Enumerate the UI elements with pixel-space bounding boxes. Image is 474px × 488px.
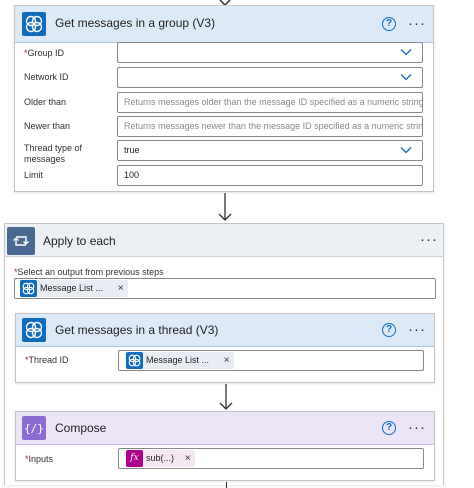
select-output-label: *Select an output from previous steps <box>14 267 164 277</box>
expression-token-label: sub(...) <box>146 453 175 463</box>
chevron-down-icon[interactable] <box>400 144 412 156</box>
thread-card-header[interactable]: Get messages in a thread (V3) ? ··· <box>16 314 434 347</box>
group-id-field[interactable] <box>117 42 423 63</box>
more-options-icon[interactable]: ··· <box>408 420 426 435</box>
apply-to-each-title: Apply to each <box>43 234 116 248</box>
group-card-title: Get messages in a group (V3) <box>55 16 216 30</box>
loop-icon <box>7 227 35 255</box>
yammer-icon <box>22 318 46 342</box>
chevron-down-icon[interactable] <box>400 71 412 83</box>
more-options-icon[interactable]: ··· <box>408 322 426 337</box>
connector-arrow <box>219 384 233 410</box>
thread-type-label-line1: Thread type of <box>24 143 83 153</box>
message-list-token-label: Message List ... <box>146 355 210 365</box>
message-list-token[interactable]: Message List ... × <box>126 352 234 369</box>
thread-card-title: Get messages in a thread (V3) <box>55 323 219 337</box>
newer-than-field[interactable]: Returns messages newer than the message … <box>117 116 423 137</box>
apply-to-each-header[interactable]: Apply to each ··· <box>5 224 443 257</box>
inputs-label: *Inputs <box>25 454 54 464</box>
get-messages-in-group-card: Get messages in a group (V3) ? ··· *Grou… <box>14 5 434 192</box>
compose-card-header[interactable]: {∕} Compose ? ··· <box>16 412 434 445</box>
thread-type-label: Thread type of messages <box>24 143 82 165</box>
thread-id-label: *Thread ID <box>25 355 69 365</box>
network-id-field[interactable] <box>117 67 423 88</box>
limit-label: Limit <box>24 170 44 180</box>
message-list-token-label: Message List ... <box>40 283 104 293</box>
chevron-down-icon[interactable] <box>400 46 412 58</box>
thread-type-field[interactable]: true <box>117 140 423 161</box>
fx-icon: fx <box>126 450 143 467</box>
thread-id-field[interactable]: Message List ... × <box>118 350 424 371</box>
get-messages-in-thread-card: Get messages in a thread (V3) ? ··· *Thr… <box>15 313 435 383</box>
compose-card-title: Compose <box>55 421 107 435</box>
close-icon[interactable]: × <box>185 450 191 467</box>
help-icon[interactable]: ? <box>382 17 396 31</box>
bottom-connector-line <box>226 482 228 488</box>
message-list-token[interactable]: Message List ... × <box>20 280 128 297</box>
yammer-icon <box>20 280 37 297</box>
compose-card: {∕} Compose ? ··· *Inputs fx sub(...) × <box>15 411 435 481</box>
newer-than-label: Newer than <box>24 121 71 131</box>
more-options-icon[interactable]: ··· <box>420 232 438 247</box>
apply-to-each-container: Apply to each ··· *Select an output from… <box>4 223 444 488</box>
older-than-field[interactable]: Returns messages older than the message … <box>117 92 423 113</box>
limit-value: 100 <box>124 170 140 180</box>
older-than-placeholder: Returns messages older than the message … <box>124 97 423 107</box>
compose-icon: {∕} <box>22 416 46 440</box>
svg-text:{∕}: {∕} <box>24 422 44 435</box>
yammer-icon <box>22 12 46 36</box>
thread-type-label-line2: messages <box>24 154 66 164</box>
group-id-label: *Group ID <box>24 48 65 58</box>
help-icon[interactable]: ? <box>382 421 396 435</box>
close-icon[interactable]: × <box>118 280 124 297</box>
more-options-icon[interactable]: ··· <box>408 16 426 31</box>
inputs-field[interactable]: fx sub(...) × <box>118 448 424 469</box>
expression-token[interactable]: fx sub(...) × <box>126 450 195 467</box>
yammer-icon <box>126 352 143 369</box>
help-icon[interactable]: ? <box>382 323 396 337</box>
newer-than-placeholder: Returns messages newer than the message … <box>124 121 423 131</box>
connector-arrow <box>218 193 232 221</box>
close-icon[interactable]: × <box>224 352 230 369</box>
group-card-header[interactable]: Get messages in a group (V3) ? ··· <box>15 6 433 43</box>
limit-field[interactable]: 100 <box>117 165 423 186</box>
older-than-label: Older than <box>24 97 67 107</box>
thread-type-value: true <box>124 145 140 155</box>
select-output-field[interactable]: Message List ... × <box>14 278 436 299</box>
network-id-label: Network ID <box>24 72 69 82</box>
